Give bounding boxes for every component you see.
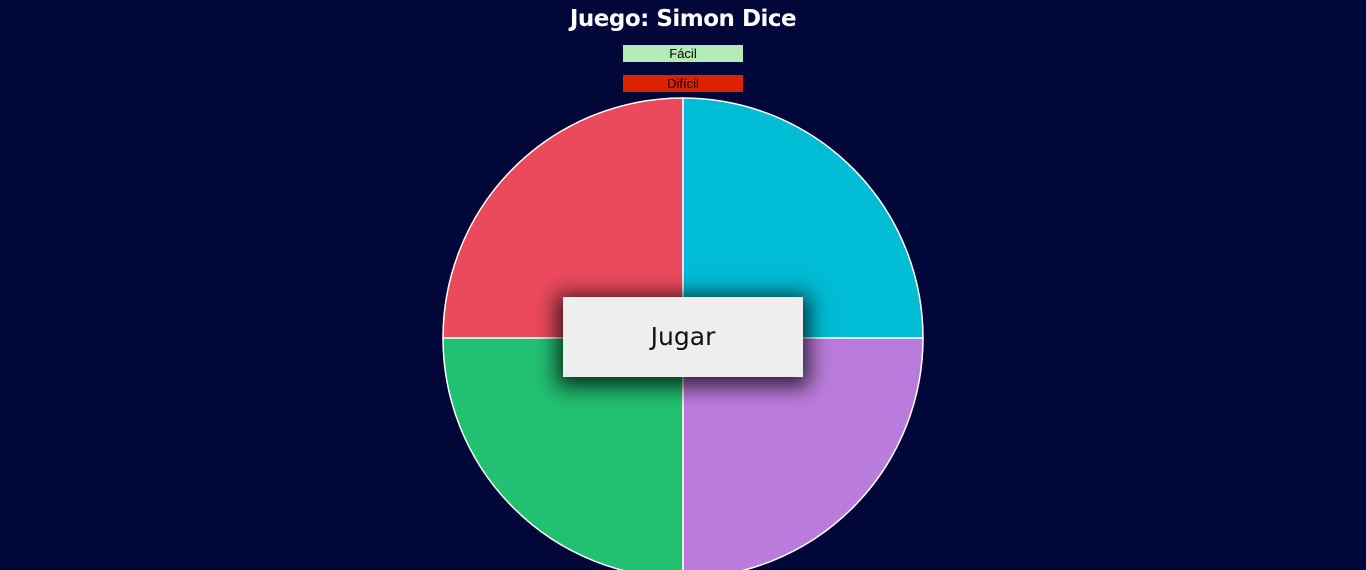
hard-level-button[interactable]: Difícil — [623, 75, 743, 92]
easy-level-button[interactable]: Fácil — [623, 45, 743, 62]
simon-game-page: Juego: Simon Dice Fácil Difícil Jugar — [0, 0, 1366, 570]
page-title: Juego: Simon Dice — [569, 6, 797, 32]
play-button[interactable]: Jugar — [563, 297, 803, 377]
